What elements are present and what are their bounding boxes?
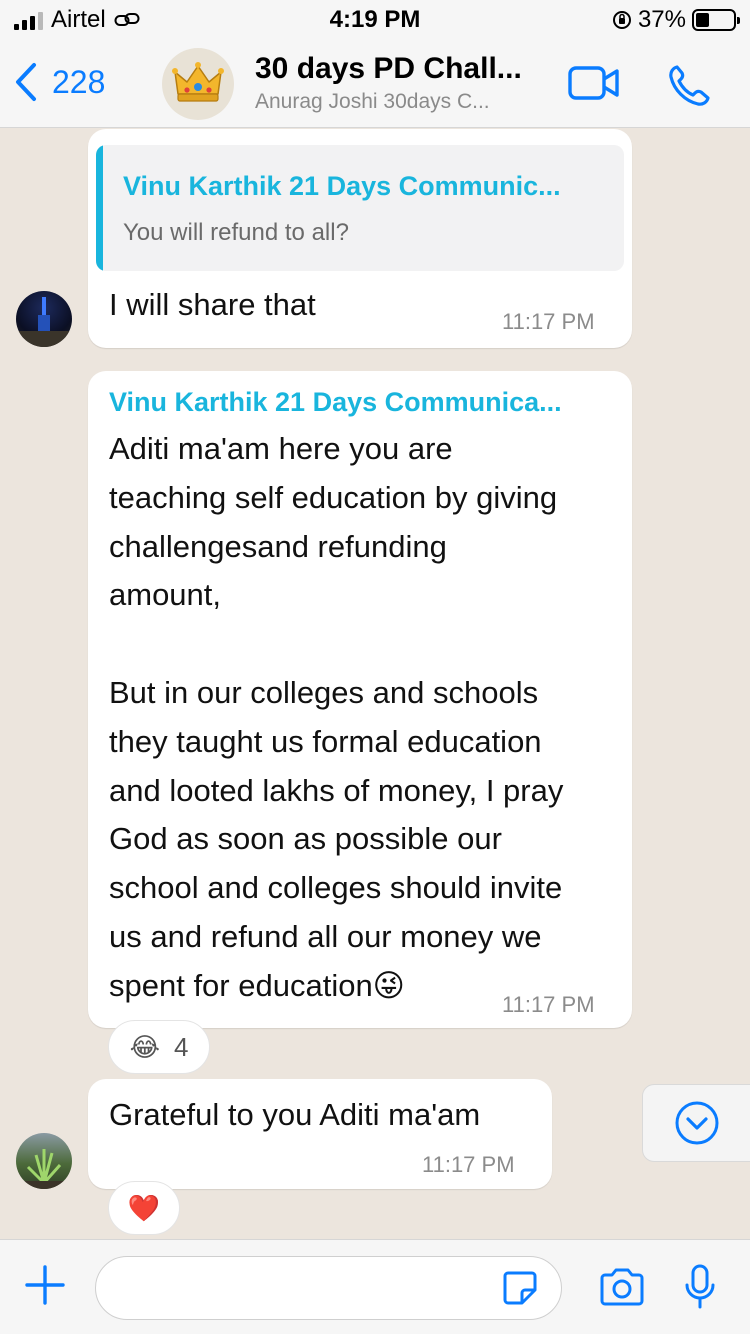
chat-title-block[interactable]: 30 days PD Chall... Anurag Joshi 30days … (255, 52, 555, 114)
message-input-bar (0, 1239, 750, 1334)
battery-fill (696, 13, 710, 27)
microphone-icon (685, 1264, 715, 1309)
phone-icon (669, 65, 710, 106)
crown-icon (172, 62, 224, 102)
avatar-photo-icon (16, 297, 72, 347)
chevron-left-icon (16, 63, 36, 101)
chevron-down-circle-icon (675, 1101, 718, 1145)
sticker-button[interactable] (502, 1270, 538, 1311)
camera-icon (600, 1268, 644, 1306)
heart-emoji-icon: ❤️ (127, 1192, 161, 1223)
unread-count: 228 (52, 63, 106, 100)
avatar[interactable] (16, 291, 72, 347)
camera-button[interactable] (598, 1268, 646, 1311)
message-bubble[interactable]: Vinu Karthik 21 Days Communica... Aditi … (88, 371, 632, 1028)
reaction-count: 4 (173, 1031, 189, 1062)
laughing-emoji-icon: 😂 (129, 1031, 160, 1062)
quoted-message[interactable]: Vinu Karthik 21 Days Communic... You wil… (96, 145, 624, 271)
status-bar: Airtel 4:19 PM 37% (0, 0, 750, 40)
back-button[interactable]: 228 (14, 62, 105, 102)
status-right: 37% (612, 6, 740, 34)
quote-accent-bar (96, 145, 103, 271)
video-camera-icon (568, 66, 619, 100)
chat-title: 30 days PD Chall... (255, 52, 522, 85)
battery-icon (692, 9, 740, 31)
orientation-lock-icon (612, 11, 631, 29)
message-input[interactable] (95, 1256, 562, 1320)
message-time: 11:17 PM (502, 992, 595, 1017)
battery-percent: 37% (637, 6, 686, 33)
avatar-photo-icon (16, 1149, 72, 1189)
plus-icon (25, 1265, 65, 1305)
avatar[interactable] (16, 1133, 72, 1189)
sender-name: Vinu Karthik 21 Days Communica... (109, 387, 562, 417)
attach-button[interactable] (24, 1264, 66, 1311)
reaction-badge[interactable]: ❤️ (108, 1181, 180, 1235)
chat-subtitle: Anurag Joshi 30days C... (255, 90, 490, 113)
microphone-button[interactable] (684, 1264, 716, 1315)
message-text: I will share that (109, 287, 316, 322)
quoted-text: You will refund to all? (123, 219, 349, 246)
message-text: Aditi ma'am here you are teaching self e… (109, 431, 564, 1003)
message-text-field[interactable] (96, 1257, 561, 1319)
chat-area[interactable]: Vinu Karthik 21 Days Communic... You wil… (0, 129, 750, 1239)
scroll-to-bottom-button[interactable] (642, 1084, 750, 1162)
message-time: 11:17 PM (422, 1152, 515, 1177)
video-call-button[interactable] (568, 66, 620, 105)
quoted-sender: Vinu Karthik 21 Days Communic... (123, 171, 561, 201)
chat-header: 228 30 days PD Chall... Anurag Joshi 30d… (0, 40, 750, 128)
message-bubble[interactable]: Grateful to you Aditi ma'am 11:17 PM (88, 1079, 552, 1189)
sticker-icon (503, 1271, 537, 1305)
message-time: 11:17 PM (502, 309, 595, 334)
reaction-badge[interactable]: 😂 4 (108, 1020, 210, 1074)
group-avatar[interactable] (162, 48, 234, 120)
voice-call-button[interactable] (668, 64, 712, 111)
message-text: Grateful to you Aditi ma'am (109, 1097, 481, 1132)
message-bubble[interactable]: Vinu Karthik 21 Days Communic... You wil… (88, 129, 632, 348)
